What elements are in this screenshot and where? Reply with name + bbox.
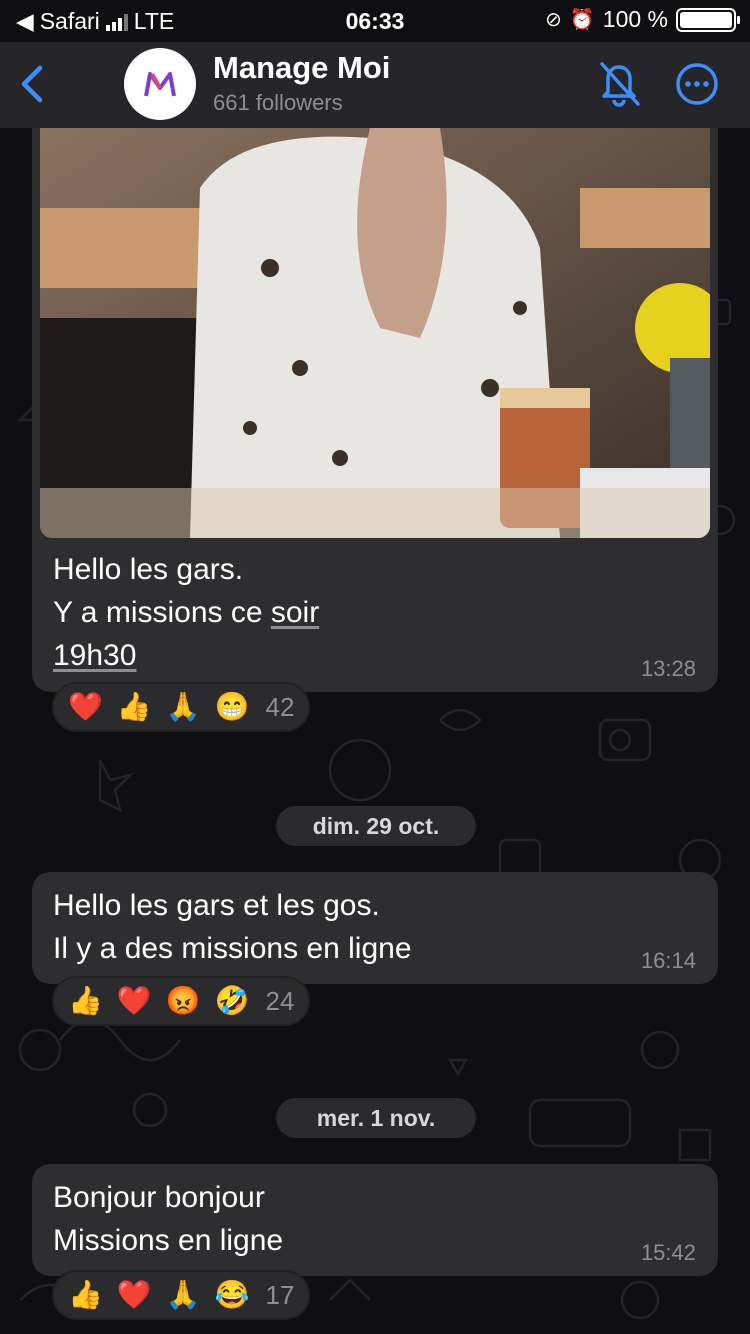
reaction-count: 42 <box>265 691 295 722</box>
reaction-count: 17 <box>265 1279 295 1310</box>
status-bar: ◀ Safari LTE 06:33 ⊘ ⏰ 100 % <box>0 0 750 42</box>
message-line: Hello les gars et les gos. <box>53 889 380 922</box>
orientation-lock-icon: ⊘ <box>545 9 562 31</box>
date-separator: mer. 1 nov. <box>276 1098 476 1138</box>
message-time: 16:14 <box>640 948 696 973</box>
reactions-bar[interactable]: 👍 ❤️ 😡 🤣 24 <box>52 976 311 1026</box>
alarm-icon: ⏰ <box>569 9 595 31</box>
reaction-pray-icon[interactable]: 🙏 <box>166 1280 201 1310</box>
time-link[interactable]: 19h30 <box>53 639 136 672</box>
channel-avatar[interactable] <box>124 48 196 120</box>
ellipsis-circle-icon[interactable] <box>675 62 719 106</box>
message-text: Hello les gars. Y a missions ce soir 19h… <box>53 548 319 677</box>
channel-name[interactable]: Manage Moi <box>213 50 390 86</box>
reaction-joy-icon[interactable]: 😂 <box>215 1280 250 1310</box>
message-line: Hello les gars. <box>53 553 244 586</box>
reaction-thumbs-up-icon[interactable]: 👍 <box>68 1280 103 1310</box>
reaction-thumbs-up-icon[interactable]: 👍 <box>68 986 103 1016</box>
message-gif-image[interactable] <box>40 128 710 538</box>
reaction-thumbs-up-icon[interactable]: 👍 <box>117 692 152 722</box>
reaction-heart-icon[interactable]: ❤️ <box>68 692 103 722</box>
reaction-pray-icon[interactable]: 🙏 <box>166 692 201 722</box>
reactions-bar[interactable]: 👍 ❤️ 🙏 😂 17 <box>52 1270 311 1320</box>
message-time: 13:28 <box>640 656 696 681</box>
chevron-left-icon[interactable] <box>14 60 54 108</box>
message-time: 15:42 <box>640 1240 696 1265</box>
status-right: ⊘ ⏰ 100 % <box>545 6 740 33</box>
reaction-grin-icon[interactable]: 😁 <box>215 692 250 722</box>
message-line: Y a missions ce <box>53 596 271 629</box>
bell-slash-icon[interactable] <box>594 56 644 110</box>
battery-percent: 100 % <box>602 6 668 32</box>
message-text: Bonjour bonjour Missions en ligne <box>53 1176 283 1262</box>
reaction-rofl-icon[interactable]: 🤣 <box>215 986 250 1016</box>
reaction-heart-icon[interactable]: ❤️ <box>117 1280 152 1310</box>
date-link[interactable]: soir <box>271 596 319 629</box>
message-text: Hello les gars et les gos. Il y a des mi… <box>53 884 412 970</box>
message-line: Il y a des missions en ligne <box>53 932 412 965</box>
reaction-count: 24 <box>265 985 295 1016</box>
date-separator: dim. 29 oct. <box>276 806 476 846</box>
battery-icon <box>676 7 740 32</box>
message-line: Bonjour bonjour <box>53 1181 265 1214</box>
message-line: Missions en ligne <box>53 1224 284 1257</box>
followers-count: 661 followers <box>213 90 343 115</box>
chat-header: Manage Moi 661 followers <box>0 42 750 128</box>
manage-moi-logo <box>144 72 176 97</box>
reaction-angry-icon[interactable]: 😡 <box>166 986 201 1016</box>
reactions-bar[interactable]: ❤️ 👍 🙏 😁 42 <box>52 682 311 732</box>
reaction-heart-icon[interactable]: ❤️ <box>117 986 152 1016</box>
